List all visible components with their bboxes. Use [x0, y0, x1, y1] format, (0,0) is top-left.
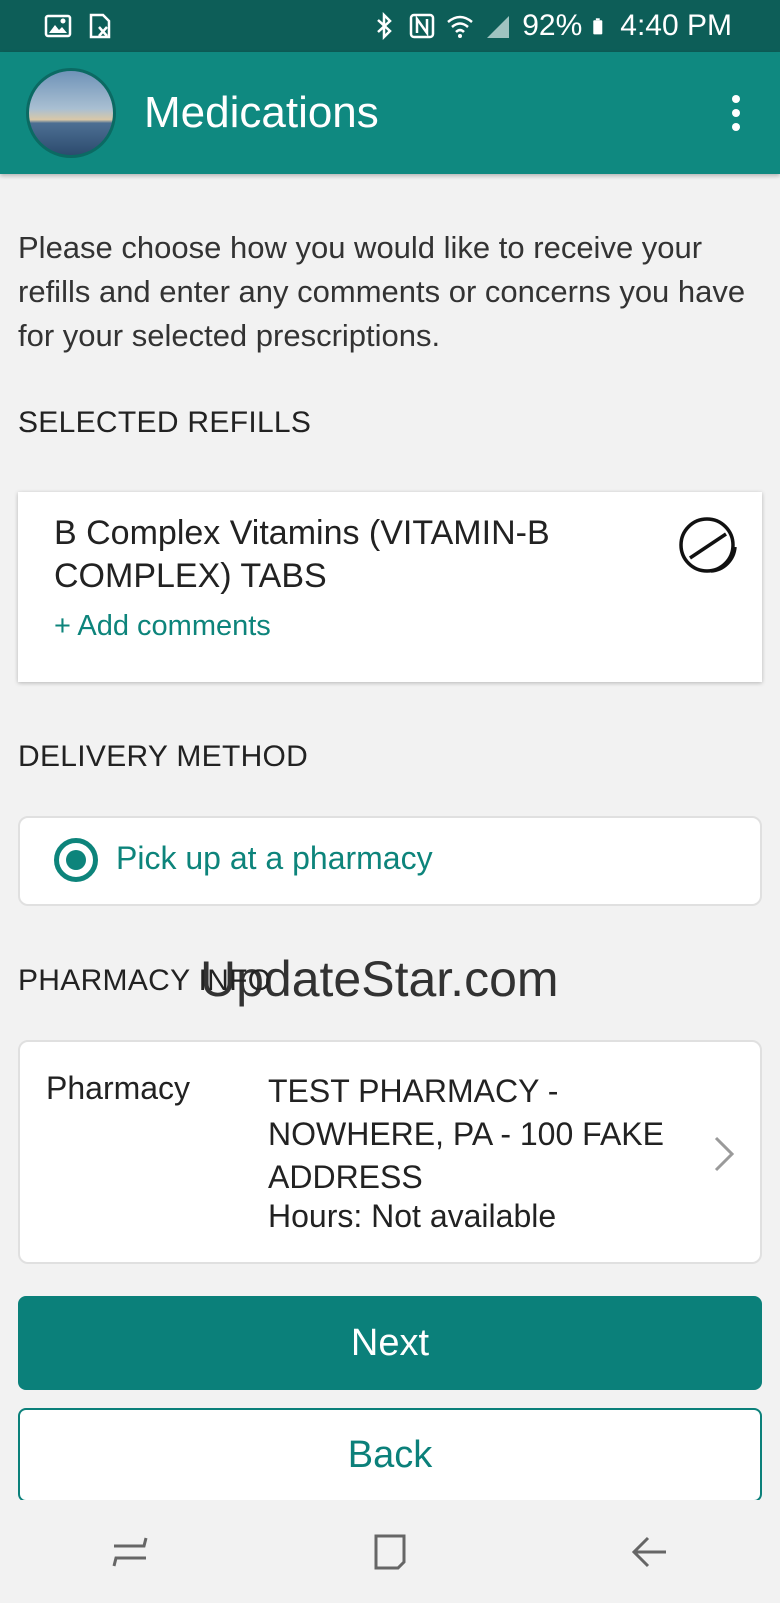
recent-apps-button[interactable] — [100, 1522, 160, 1582]
status-bar: 92% 4:40 PM — [0, 0, 780, 52]
back-arrow-icon — [631, 1536, 666, 1567]
delivery-option-pickup[interactable]: Pick up at a pharmacy — [18, 816, 762, 906]
wifi-icon — [447, 15, 474, 38]
home-icon — [374, 1534, 406, 1569]
status-left — [44, 12, 114, 40]
more-vert-icon[interactable] — [716, 83, 756, 143]
refill-card: B Complex Vitamins (VITAMIN-B COMPLEX) T… — [18, 492, 762, 682]
pharmacy-hours: Hours: Not available — [268, 1198, 557, 1234]
bluetooth-icon — [377, 12, 393, 40]
clock: 4:40 PM — [620, 9, 732, 42]
avatar[interactable] — [26, 68, 116, 158]
signal-icon — [487, 16, 510, 38]
sim-icon — [89, 13, 111, 39]
recent-apps-icon — [112, 1537, 148, 1566]
pill-icon — [679, 517, 737, 573]
pharmacy-label: Pharmacy — [46, 1070, 191, 1106]
chevron-right-icon — [714, 1136, 735, 1172]
back-nav-button[interactable] — [620, 1522, 680, 1582]
pharmacy-card[interactable]: Pharmacy TEST PHARMACY - NOWHERE, PA - 1… — [18, 1040, 762, 1264]
add-comments-link[interactable]: + Add comments — [54, 610, 271, 643]
gallery-icon — [44, 14, 72, 38]
nfc-icon — [409, 13, 435, 39]
app-bar: Medications — [0, 52, 780, 174]
back-button[interactable]: Back — [18, 1408, 762, 1500]
pharmacy-info-heading: PHARMACY INFO — [18, 964, 272, 997]
main-content: Please choose how you would like to rece… — [0, 174, 780, 1500]
battery-icon — [593, 18, 603, 35]
delivery-method-heading: DELIVERY METHOD — [18, 740, 309, 773]
battery-percent: 92% — [522, 9, 583, 42]
system-nav-bar — [0, 1500, 780, 1603]
selected-refills-heading: SELECTED REFILLS — [18, 406, 312, 439]
next-button[interactable]: Next — [18, 1296, 762, 1390]
home-button[interactable] — [360, 1522, 420, 1582]
intro-text: Please choose how you would like to rece… — [18, 230, 746, 353]
medication-name: B Complex Vitamins (VITAMIN-B COMPLEX) T… — [54, 514, 550, 595]
radio-selected-icon[interactable] — [54, 838, 98, 882]
pharmacy-name: TEST PHARMACY - NOWHERE, PA - 100 FAKE A… — [268, 1073, 664, 1195]
page-title: Medications — [144, 88, 379, 137]
delivery-option-label: Pick up at a pharmacy — [116, 840, 433, 876]
status-right: 92% 4:40 PM — [370, 9, 732, 43]
